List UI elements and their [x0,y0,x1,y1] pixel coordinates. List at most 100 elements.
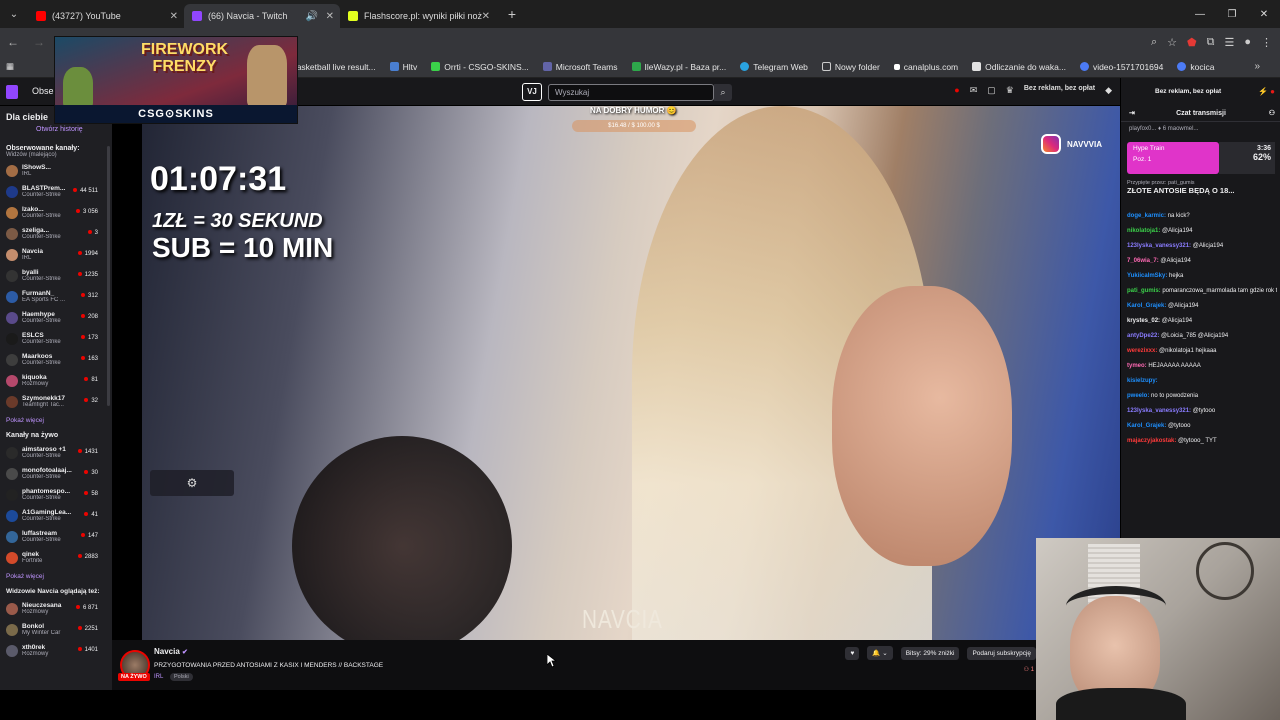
bookmark-video[interactable]: video-1571701694 [1079,62,1163,72]
chat-message[interactable]: tymeo: HEJAAAAA AAAAA [1127,362,1277,370]
chat-message[interactable]: 123lyska_vanessy321: @tytooo [1127,407,1277,415]
chat-username[interactable]: kisielzupy: [1127,378,1158,384]
collapse-chat-icon[interactable]: ⇥ [1129,106,1135,122]
sidebar-channel[interactable]: Navcia IRL 1994 [0,245,112,266]
video-player[interactable]: NA DOBRY HUMOR 😊 $16.48 / $ 100.00 $ 01:… [112,106,1120,640]
profile-icon[interactable]: ● [1244,36,1251,48]
bookmark-kocica[interactable]: kocica [1177,62,1214,72]
chat-username[interactable]: nikolatoja1: [1127,228,1160,234]
sidebar-channel[interactable]: xth0rek Rozmowy 1401 [0,641,112,662]
sidebar-channel[interactable]: Maarkoos Counter-Strike 163 [0,350,112,371]
gift-sub-button[interactable]: Podaruj subskrypcję [967,646,1036,660]
sidebar-channel[interactable]: FurmanN_ EA Sports FC ... 312 [0,287,112,308]
chat-message[interactable]: Karol_Grajek: @tytooo [1127,422,1277,430]
sidebar-channel[interactable]: aimstaroso +1 Counter-Strike 1431 [0,443,112,464]
vj-logo-icon[interactable]: VJ [522,83,542,101]
chat-username[interactable]: tymeo: [1127,363,1147,369]
bookmark-folder[interactable]: Nowy folder [821,62,880,72]
chat-message[interactable]: krystes_02: @Alicja194 [1127,317,1277,325]
chat-username[interactable]: majaczyjakostak: [1127,438,1176,444]
chat-username[interactable]: pati_gumis: [1127,288,1161,294]
chat-username[interactable]: antyDpe22: [1127,333,1159,339]
chat-message[interactable]: pati_gumis: pomaranczowa_marmolada tam g… [1127,287,1277,295]
sidebar-channel[interactable]: BLASTPrem... Counter-Strike 44 511 [0,182,112,203]
back-icon[interactable]: ← [0,35,26,49]
chat-username[interactable]: 123lyska_vanessy321: [1127,408,1191,414]
chat-message[interactable]: kisielzupy: [1127,377,1277,385]
bits-discount-button[interactable]: Bitsy: 29% zniżki [900,646,960,660]
chat-username[interactable]: Karol_Grajek: [1127,303,1166,309]
sidebar-channel[interactable]: luffastream Counter-Strike 147 [0,527,112,548]
followed-sort[interactable]: Widzów (malejąco) [0,152,112,161]
sidebar-channel[interactable]: byalli Counter-Strike 1235 [0,266,112,287]
close-window-icon[interactable]: ✕ [1248,0,1280,28]
more-bookmarks-icon[interactable]: » [1254,61,1260,72]
sidebar-channel[interactable]: Szymonekk17 Teamfight Tac... 32 [0,392,112,413]
no-ads-label[interactable]: Bez reklam, bez opłat [1155,88,1221,95]
extensions-icon[interactable]: ⧉ [1207,36,1215,49]
inbox-icon[interactable]: ✉ [970,85,978,96]
stream-category[interactable]: IRL [154,674,163,680]
tab-flashscore[interactable]: Flashscore.pl: wyniki piłki nożne ✕ [340,4,496,28]
chat-message[interactable]: pweelo: no to powodzenia [1127,392,1277,400]
whispers-icon[interactable]: ▢ [987,85,996,96]
sidebar-scrollbar[interactable] [107,146,110,406]
extension-shield-icon[interactable]: ⬟ [1187,36,1197,49]
bits-icon[interactable]: ◆ [1105,85,1112,96]
tab-twitch[interactable]: (66) Navcia - Twitch 🔊 ✕ [184,4,340,28]
chat-message[interactable]: 123lyska_vanessy321: @Alicja194 [1127,242,1277,250]
sidebar-channel[interactable]: Nieuczesana Rozmowy 6 871 [0,599,112,620]
close-tab-icon[interactable]: ✕ [170,11,178,22]
sidebar-channel[interactable]: kiquoka Rozmowy 81 [0,371,112,392]
bookmark-orrti[interactable]: Orrti - CSGO-SKINS... [431,62,529,72]
close-tab-icon[interactable]: ✕ [482,11,490,22]
chat-message[interactable]: majaczyjakostak: @tytooo_ TYT [1127,437,1277,445]
bookmark-hltv[interactable]: Hltv [389,62,417,72]
apps-grid-icon[interactable]: ▦ [6,61,14,72]
chat-username[interactable]: YukiicalmSky: [1127,273,1167,279]
speaker-icon[interactable]: 🔊 [306,11,318,22]
sidebar-channel[interactable]: Izako... Counter-Strike 3 056 [0,203,112,224]
sidebar-channel[interactable]: phantomespo... Counter-Strike 58 [0,485,112,506]
bookmark-telegram[interactable]: Telegram Web [740,62,808,72]
profile-icon[interactable]: ● [1270,87,1275,96]
tab-search-icon[interactable]: ☰ [1224,36,1234,49]
sidebar-channel[interactable]: IShowS... IRL [0,161,112,182]
chat-message[interactable]: Karol_Grajek: @Alicja194 [1127,302,1277,310]
chat-message[interactable]: doge_karmic: na kick? [1127,212,1277,220]
zoom-icon[interactable]: ⌕ [1151,36,1157,49]
users-icon[interactable]: ⚇ [1269,106,1275,122]
bookmark-ilewazy[interactable]: IleWazy.pl - Baza pr... [631,62,726,72]
chat-username[interactable]: doge_karmic: [1127,213,1166,219]
sidebar-channel[interactable]: monofotoalaaj... Counter-Strike 30 [0,464,112,485]
bookmark-odliczanie[interactable]: Odliczanie do waka... [972,62,1066,72]
browse-link[interactable]: Obser [32,86,57,96]
stream-tag[interactable]: Polski [170,673,193,681]
hype-train-panel[interactable]: Hype Train Poz. 1 [1127,142,1219,174]
sidebar-channel[interactable]: qinek Fortnite 2883 [0,548,112,569]
show-more-link[interactable]: Pokaż więcej [0,569,112,584]
notifications-icon[interactable]: ● [954,85,959,96]
minimize-icon[interactable]: — [1184,0,1216,28]
streamer-name[interactable]: Navcia ✔ [154,647,188,656]
chat-username[interactable]: krystes_02: [1127,318,1160,324]
new-tab-button[interactable]: + [502,6,522,22]
twitch-logo-icon[interactable] [6,85,18,99]
sidebar-channel[interactable]: szeliga... Counter-Strike 3 [0,224,112,245]
chat-message[interactable]: YukiicalmSky: hejka [1127,272,1277,280]
sidebar-channel[interactable]: Haemhype Counter-Strike 208 [0,308,112,329]
sponsor-ad-banner[interactable]: FIREWORK FRENZY CSG⊙SKINS [54,36,298,124]
chat-message[interactable]: werezixxx: @nikolatoja1 hejkaaa [1127,347,1277,355]
forward-icon[interactable]: → [26,35,52,49]
bits-icon[interactable]: ⚡ [1258,87,1268,96]
sidebar-channel[interactable]: ESLCS Counter-Strike 173 [0,329,112,350]
tab-youtube[interactable]: (43727) YouTube ✕ [28,4,184,28]
chat-username[interactable]: 123lyska_vanessy321: [1127,243,1191,249]
follow-heart-icon[interactable]: ♥ [845,646,860,660]
video-control-button[interactable]: ⚙ [150,470,234,496]
chat-username[interactable]: Karol_Grajek: [1127,423,1166,429]
tab-search-chevron-icon[interactable]: ⌄ [0,0,28,28]
chat-message[interactable]: 7_06wia_7: @Alicja194 [1127,257,1277,265]
no-ads-button[interactable]: Bez reklam, bez opłat [1024,85,1095,96]
bookmark-teams[interactable]: Microsoft Teams [542,62,618,72]
